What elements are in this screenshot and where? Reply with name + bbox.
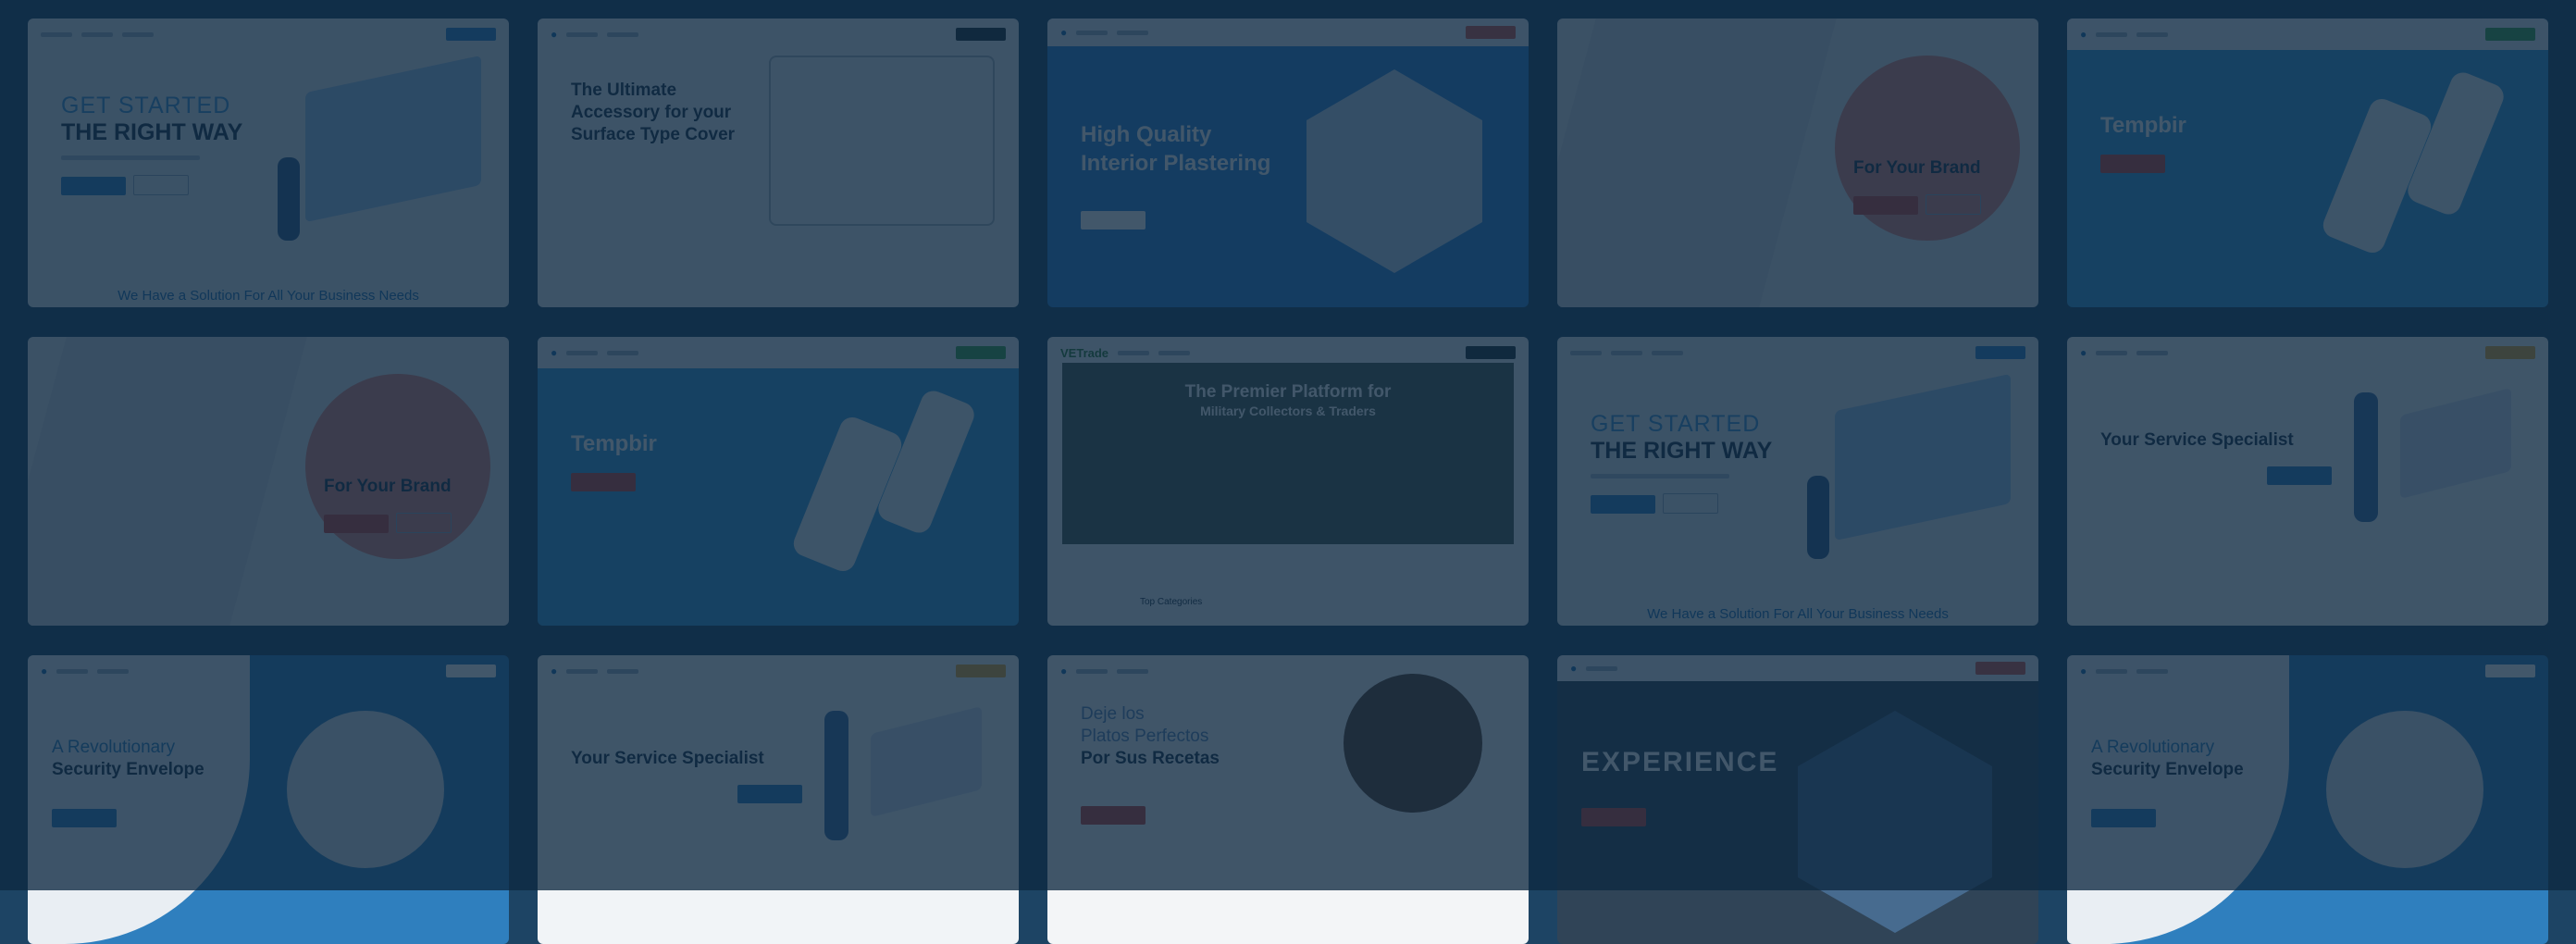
- card-heading: High Quality: [1081, 122, 1212, 147]
- card-footer-text: Top Categories: [1140, 597, 1203, 607]
- card-heading: Security Envelope: [52, 759, 204, 779]
- person-illustration: [278, 157, 300, 241]
- card-heading: Platos Perfectos: [1081, 726, 1209, 746]
- template-card[interactable]: ● The Ultimate Accessory for your Surfac…: [538, 19, 1019, 307]
- template-card[interactable]: For Your Brand: [28, 337, 509, 626]
- card-heading: Deje los: [1081, 704, 1145, 724]
- card-heading: For Your Brand: [324, 477, 452, 496]
- card-heading: Interior Plastering: [1081, 151, 1271, 177]
- card-heading: A Revolutionary: [2091, 738, 2215, 757]
- template-card[interactable]: ● A Revolutionary Security Envelope: [28, 655, 509, 944]
- card-heading: Tempbir: [2100, 113, 2186, 138]
- template-card[interactable]: VETrade The Premier Platform for Militar…: [1047, 337, 1529, 626]
- template-card[interactable]: ● Your Service Specialist: [538, 655, 1019, 944]
- template-card[interactable]: For Your Brand: [1557, 19, 2038, 307]
- card-heading: For Your Brand: [1853, 158, 1981, 178]
- card-heading: Your Service Specialist: [571, 749, 764, 768]
- card-heading: GET STARTED: [1591, 411, 1761, 437]
- card-heading: GET STARTED: [61, 93, 231, 118]
- template-card[interactable]: GET STARTED THE RIGHT WAY We Have a Solu…: [1557, 337, 2038, 626]
- envelope-photo: [1557, 19, 1837, 307]
- card-heading: THE RIGHT WAY: [1591, 437, 1773, 464]
- template-card[interactable]: ● Tempbir: [538, 337, 1019, 626]
- template-card[interactable]: ● EXPERIENCE: [1557, 655, 2038, 944]
- person-illustration: [2354, 392, 2378, 522]
- card-heading: THE RIGHT WAY: [61, 118, 243, 145]
- card-heading: The Premier Platform for: [1184, 382, 1392, 402]
- dashboard-illustration: [2400, 388, 2511, 499]
- card-heading: Por Sus Recetas: [1081, 748, 1220, 768]
- template-card[interactable]: ● Your Service Specialist: [2067, 337, 2548, 626]
- card-heading: Your Service Specialist: [2100, 430, 2294, 450]
- template-card[interactable]: ● Deje los Platos Perfectos Por Sus Rece…: [1047, 655, 1529, 944]
- device-sketch: [769, 56, 995, 226]
- worker-illustration: [1798, 711, 1992, 933]
- card-heading: Security Envelope: [2091, 759, 2244, 779]
- card-heading: A Revolutionary: [52, 738, 176, 757]
- template-card[interactable]: GET STARTED THE RIGHT WAY We Have a Solu…: [28, 19, 509, 307]
- card-heading: Tempbir: [571, 431, 657, 456]
- card-nav: [28, 19, 509, 50]
- room-illustration: [1307, 69, 1482, 273]
- template-card[interactable]: ● Tempbir: [2067, 19, 2548, 307]
- template-card[interactable]: ● High Quality Interior Plastering: [1047, 19, 1529, 307]
- card-footer-text: We Have a Solution For All Your Business…: [118, 288, 419, 304]
- card-logo: VETrade: [1060, 345, 1109, 360]
- security-illustration: [287, 711, 444, 868]
- card-heading: EXPERIENCE: [1581, 747, 1779, 777]
- house-illustration: [305, 55, 481, 223]
- card-heading: Military Collectors & Traders: [1200, 403, 1376, 418]
- template-gallery-grid: GET STARTED THE RIGHT WAY We Have a Solu…: [28, 19, 2548, 944]
- portrait-photo: [1344, 674, 1482, 813]
- card-footer-text: We Have a Solution For All Your Business…: [1647, 606, 1949, 622]
- template-card[interactable]: ● A Revolutionary Security Envelope: [2067, 655, 2548, 944]
